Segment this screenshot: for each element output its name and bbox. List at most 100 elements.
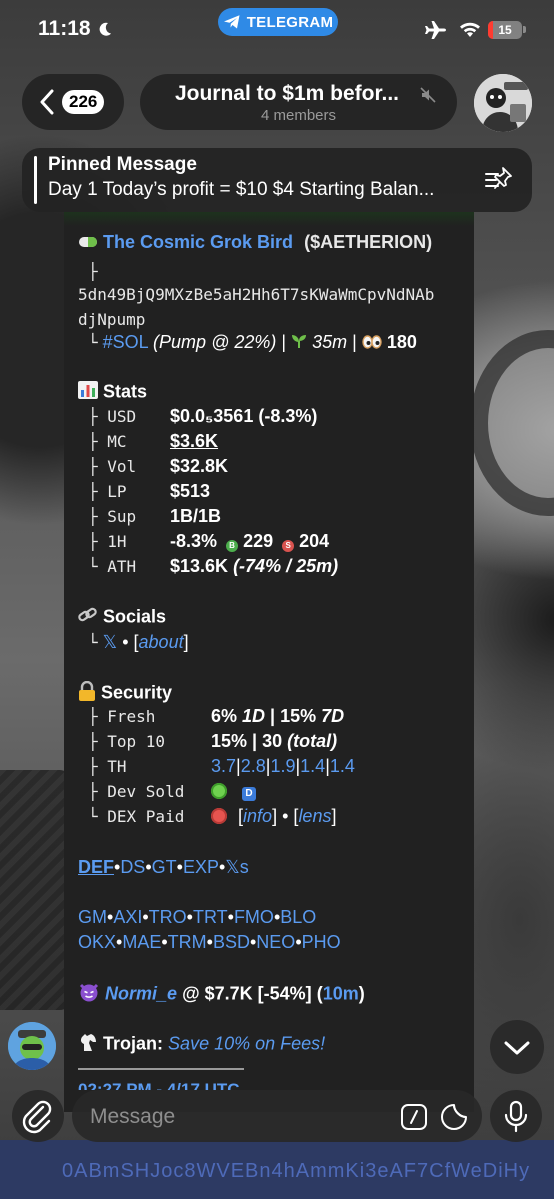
- message-divider: [78, 1068, 244, 1070]
- link-gm[interactable]: GM: [78, 907, 107, 927]
- link-trm[interactable]: TRM: [168, 932, 207, 952]
- fresh-7d-value: 15%: [280, 706, 317, 726]
- dex-info-link[interactable]: info: [243, 806, 272, 826]
- telegram-return-pill[interactable]: TELEGRAM: [218, 8, 338, 36]
- pinned-label: Pinned Message: [48, 154, 197, 175]
- pump-progress: (Pump @ 22%): [153, 332, 277, 352]
- link-bsd[interactable]: BSD: [213, 932, 250, 952]
- contract-address-line2[interactable]: djNpump: [78, 310, 145, 329]
- stat-key-usd: ├ USD: [88, 407, 137, 426]
- stat-1h: -8.3% B 229 S 204: [170, 531, 329, 552]
- lock-icon: [78, 680, 96, 706]
- dev-badge[interactable]: D: [242, 787, 257, 801]
- chevron-left-icon: [40, 89, 54, 115]
- stat-mc-value[interactable]: $3.6K: [170, 431, 218, 452]
- pinned-indicator-bar: [34, 156, 37, 204]
- fresh-7d-label: 7D: [321, 706, 345, 726]
- pinned-message-bar[interactable]: Pinned Message Day 1 Today’s profit = $1…: [22, 148, 532, 212]
- th-holder-3[interactable]: 1.9: [270, 756, 295, 776]
- quick-links-row-3: OKX•MAE•TRM•BSD•NEO•PHO: [78, 932, 341, 952]
- message-input[interactable]: [88, 1090, 392, 1144]
- token-meta-line: └ #SOL (Pump @ 22%) | 35m | 180: [88, 332, 417, 354]
- stat-ath-value: $13.6K: [170, 556, 229, 576]
- th-holder-1[interactable]: 3.7: [211, 756, 236, 776]
- link-xs[interactable]: 𝕏s: [225, 857, 249, 877]
- wallpaper-ring: [470, 330, 554, 516]
- status-bar: 11:18 TELEGRAM 15: [0, 0, 554, 60]
- sec-dex-paid: [info] • [lens]: [211, 806, 336, 827]
- bot-commands-icon[interactable]: [400, 1103, 428, 1131]
- scroll-to-bottom-button[interactable]: [490, 1020, 544, 1074]
- link-neo[interactable]: NEO: [256, 932, 295, 952]
- th-holder-5[interactable]: 1.4: [330, 756, 355, 776]
- attach-button[interactable]: [12, 1090, 64, 1142]
- quick-links-row-1: DEF•DS•GT•EXP•𝕏s: [78, 857, 249, 877]
- link-mae[interactable]: MAE: [122, 932, 161, 952]
- pinned-list-icon[interactable]: [484, 166, 514, 194]
- sender-avatar[interactable]: [8, 1022, 56, 1070]
- link-ds[interactable]: DS: [120, 857, 145, 877]
- message-input-container[interactable]: [72, 1090, 482, 1144]
- group-avatar-image: [474, 74, 532, 132]
- battery-indicator: 15: [488, 21, 522, 39]
- top10-percent: 15%: [211, 731, 248, 751]
- bar-chart-icon: [78, 381, 98, 404]
- link-axi[interactable]: AXI: [113, 907, 142, 927]
- caller-name-link[interactable]: Normi_e: [105, 983, 177, 1003]
- clock: 11:18: [38, 17, 91, 40]
- tree-end: └: [88, 633, 98, 652]
- caller-time-link[interactable]: 10m: [323, 983, 359, 1003]
- trojan-horse-icon: [78, 1032, 98, 1057]
- back-button[interactable]: 226: [22, 74, 124, 130]
- stat-key-sup: ├ Sup: [88, 507, 137, 526]
- link-exp[interactable]: EXP: [183, 857, 219, 877]
- stat-key-ath: └ ATH: [88, 557, 137, 576]
- token-name-link[interactable]: The Cosmic Grok Bird: [103, 232, 293, 252]
- th-holder-4[interactable]: 1.4: [300, 756, 325, 776]
- link-tro[interactable]: TRO: [149, 907, 187, 927]
- stats-heading: Stats: [78, 381, 147, 404]
- link-gt[interactable]: GT: [152, 857, 177, 877]
- about-link[interactable]: about: [139, 632, 184, 652]
- link-okx[interactable]: OKX: [78, 932, 116, 952]
- trojan-promo-link[interactable]: Save 10% on Fees!: [168, 1033, 325, 1053]
- sells-count: 204: [299, 531, 330, 551]
- buys-icon: B: [226, 540, 239, 552]
- voice-message-button[interactable]: [490, 1090, 542, 1142]
- link-blo[interactable]: BLO: [280, 907, 316, 927]
- wallpaper-watch-strap: [0, 770, 70, 1010]
- security-title: Security: [101, 682, 173, 703]
- x-link[interactable]: 𝕏: [103, 632, 118, 652]
- stat-usd-value: $0.0₅3561 (-8.3%): [170, 406, 318, 426]
- separator-dot: •: [122, 632, 129, 652]
- contract-address-line1[interactable]: 5dn49BjQ9MXzBe5aH2Hh6T7sKWaWmCpvNdNAb: [78, 285, 434, 304]
- chat-title-area[interactable]: Journal to $1m befor... 4 members: [140, 74, 457, 130]
- chat-title: Journal to $1m befor...: [174, 82, 400, 105]
- th-holder-2[interactable]: 2.8: [241, 756, 266, 776]
- unread-count-badge: 226: [62, 90, 105, 114]
- link-fmo[interactable]: FMO: [234, 907, 274, 927]
- bubble-top-edge: [64, 212, 474, 226]
- pinned-text: Day 1 Today’s profit = $10 $4 Starting B…: [48, 179, 435, 200]
- separator: |: [352, 332, 357, 352]
- trojan-name: Trojan: [103, 1033, 158, 1054]
- sticker-icon[interactable]: [440, 1103, 468, 1131]
- stat-key-mc: ├ MC: [88, 432, 127, 451]
- bot-avatar-image: [8, 1022, 56, 1070]
- link-trt[interactable]: TRT: [193, 907, 228, 927]
- token-age: 35m: [312, 332, 348, 352]
- imp-icon: [78, 982, 100, 1007]
- members-count: 4 members: [260, 107, 337, 124]
- tree-end: └: [88, 333, 98, 352]
- stat-ath: $13.6K (-74% / 25m): [170, 556, 338, 577]
- sec-key-fresh: ├ Fresh: [88, 707, 156, 726]
- seedling-icon: [291, 333, 307, 354]
- link-pho[interactable]: PHO: [302, 932, 341, 952]
- group-avatar[interactable]: [474, 74, 532, 132]
- sol-hashtag[interactable]: #SOL: [103, 332, 148, 352]
- caller-paren-close: ): [358, 983, 365, 1004]
- telegram-icon: [223, 15, 240, 29]
- link-def[interactable]: DEF: [78, 857, 114, 877]
- sec-key-dex: └ DEX Paid: [88, 807, 185, 826]
- dex-lens-link[interactable]: lens: [298, 806, 331, 826]
